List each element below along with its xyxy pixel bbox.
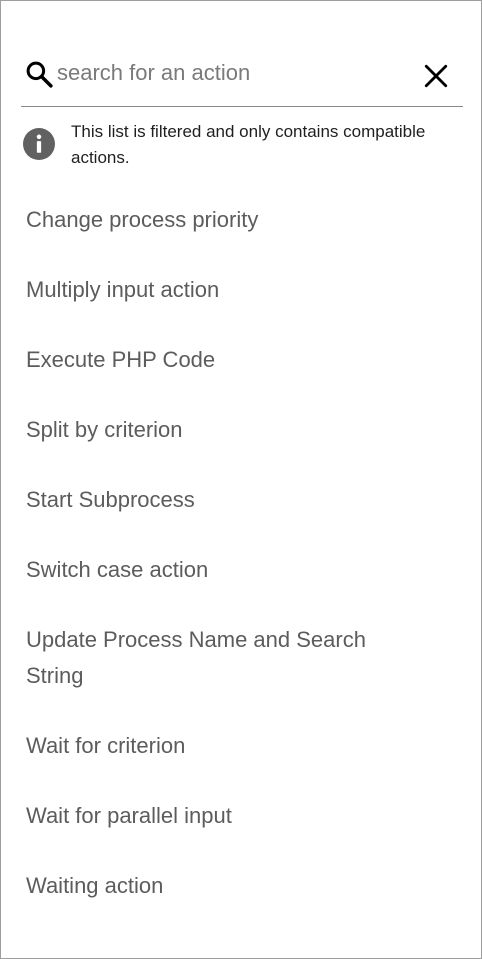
action-item-update-process-name[interactable]: Update Process Name and Search String xyxy=(1,605,481,711)
action-item-waiting-action[interactable]: Waiting action xyxy=(1,851,481,921)
action-list: Change process priority Multiply input a… xyxy=(1,185,481,921)
action-picker-panel: This list is filtered and only contains … xyxy=(0,0,482,959)
action-item-start-subprocess[interactable]: Start Subprocess xyxy=(1,465,481,535)
search-input[interactable] xyxy=(57,57,407,89)
action-item-multiply-input[interactable]: Multiply input action xyxy=(1,255,481,325)
action-item-split-by-criterion[interactable]: Split by criterion xyxy=(1,395,481,465)
close-icon[interactable] xyxy=(423,63,449,89)
search-icon xyxy=(26,61,53,88)
action-item-wait-for-parallel-input[interactable]: Wait for parallel input xyxy=(1,781,481,851)
action-item-switch-case[interactable]: Switch case action xyxy=(1,535,481,605)
info-icon xyxy=(23,128,55,160)
action-item-wait-for-criterion[interactable]: Wait for criterion xyxy=(1,711,481,781)
action-item-change-process-priority[interactable]: Change process priority xyxy=(1,185,481,255)
filter-notice-text: This list is filtered and only contains … xyxy=(71,122,426,167)
search-bar xyxy=(21,45,463,107)
action-item-execute-php-code[interactable]: Execute PHP Code xyxy=(1,325,481,395)
